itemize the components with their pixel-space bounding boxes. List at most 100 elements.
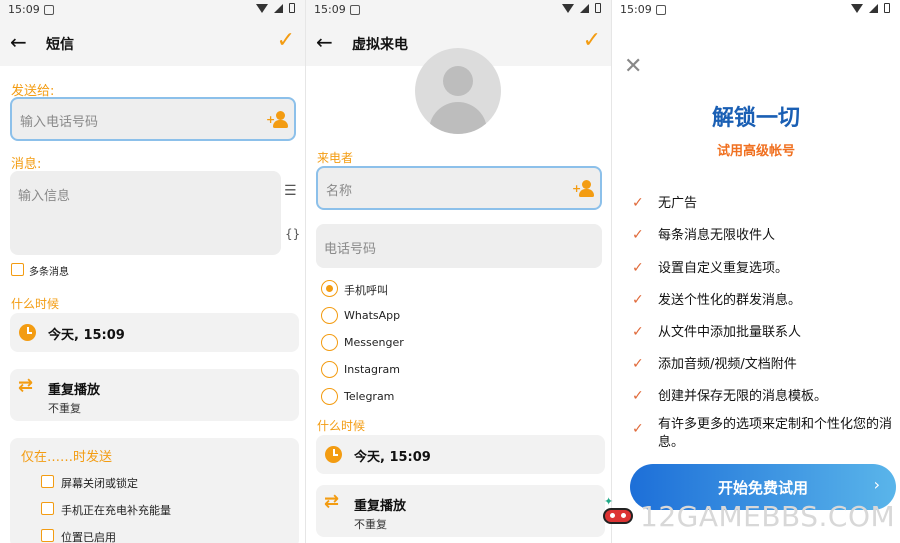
wifi-icon	[256, 3, 268, 13]
check-icon: ✓	[632, 421, 644, 437]
radio-instagram[interactable]	[321, 361, 338, 378]
repeat-title: 重复播放	[48, 383, 101, 398]
signal-icon	[580, 3, 589, 13]
condition-label: 位置已启用	[61, 531, 116, 543]
check-icon: ✓	[632, 324, 644, 340]
add-contact-icon[interactable]: +	[266, 111, 290, 129]
radio-phone-call[interactable]	[321, 280, 338, 297]
status-bar: 15:09	[612, 0, 900, 20]
check-icon: ✓	[632, 260, 644, 276]
app-bar: ← 短信 ✓	[0, 20, 305, 66]
back-arrow-icon[interactable]: ←	[10, 30, 27, 54]
repeat-value: 不重复	[48, 402, 81, 415]
status-time: 15:09	[314, 3, 346, 16]
notification-icon	[44, 5, 54, 15]
add-contact-icon[interactable]: +	[572, 180, 596, 198]
radio-messenger[interactable]	[321, 334, 338, 351]
status-time: 15:09	[620, 3, 652, 16]
feature-text: 发送个性化的群发消息。	[658, 293, 802, 308]
variables-braces-icon[interactable]: {}	[285, 227, 300, 241]
phone-number-input[interactable]: 输入电话号码 +	[10, 97, 296, 141]
feature-text: 无广告	[658, 196, 698, 211]
fake-call-screen: 15:09 ← 虚拟来电 ✓ 来电者 名称 + 电话号码 手机呼叫 WhatsA…	[306, 0, 611, 543]
sms-screen: 15:09 ← 短信 ✓ 发送给: 输入电话号码 + 消息: 输入信息 ☰ {}…	[0, 0, 305, 543]
caller-label: 来电者	[317, 151, 354, 165]
when-label: 什么时候	[317, 419, 366, 433]
repeat-icon: ⇄	[18, 375, 34, 396]
gamepad-icon: ✦	[600, 495, 636, 531]
check-icon: ✓	[632, 292, 644, 308]
feature-text: 每条消息无限收件人	[658, 228, 776, 243]
multi-message-label: 多条消息	[29, 267, 69, 278]
when-picker[interactable]: 今天, 15:09	[10, 313, 299, 352]
signal-icon	[274, 3, 283, 13]
status-icons	[851, 3, 890, 13]
feature-text: 从文件中添加批量联系人	[658, 325, 802, 340]
status-icons	[562, 3, 601, 13]
battery-icon	[595, 3, 601, 13]
message-label: 消息:	[11, 157, 42, 172]
trial-button-label: 开始免费试用	[717, 479, 808, 497]
confirm-check-icon[interactable]: ✓	[277, 28, 295, 53]
message-input[interactable]: 输入信息	[10, 171, 281, 255]
battery-icon	[289, 3, 295, 13]
clock-icon	[19, 324, 36, 341]
condition-label: 手机正在充电补充能量	[61, 504, 171, 517]
radio-label: Telegram	[344, 390, 395, 403]
check-icon: ✓	[632, 227, 644, 243]
repeat-icon: ⇄	[324, 491, 340, 512]
page-title: 短信	[46, 37, 74, 53]
back-arrow-icon[interactable]: ←	[316, 30, 333, 54]
repeat-picker[interactable]: ⇄ 重复播放 不重复	[10, 369, 299, 421]
status-bar: 15:09	[306, 0, 611, 20]
premium-screen: 15:09 ✕ 解锁一切 试用高级帐号 ✓ 无广告 ✓ 每条消息无限收件人 ✓ …	[612, 0, 900, 543]
caller-avatar[interactable]	[415, 48, 501, 134]
promo-title: 解锁一切	[711, 106, 800, 131]
radio-label: Messenger	[344, 336, 404, 349]
close-icon[interactable]: ✕	[624, 54, 642, 80]
radio-whatsapp[interactable]	[321, 307, 338, 324]
watermark-text: 12GAMEBBS.COM	[640, 500, 896, 533]
status-bar: 15:09	[0, 0, 305, 20]
confirm-check-icon[interactable]: ✓	[583, 28, 601, 53]
when-value: 今天, 15:09	[48, 328, 125, 343]
caller-name-input[interactable]: 名称 +	[316, 166, 602, 210]
chevron-right-icon: ›	[873, 475, 880, 494]
condition-checkbox[interactable]	[41, 529, 54, 542]
repeat-picker[interactable]: ⇄ 重复播放 不重复	[316, 485, 605, 537]
feature-text: 创建并保存无限的消息模板。	[658, 389, 828, 404]
check-icon: ✓	[632, 388, 644, 404]
feature-text: 设置自定义重复选项。	[658, 261, 789, 276]
repeat-title: 重复播放	[354, 499, 407, 514]
notification-icon	[656, 5, 666, 15]
wifi-icon	[851, 3, 863, 13]
radio-telegram[interactable]	[321, 388, 338, 405]
when-value: 今天, 15:09	[354, 450, 431, 465]
only-when-label: 仅在……时发送	[21, 450, 113, 465]
status-time: 15:09	[8, 3, 40, 16]
template-list-icon[interactable]: ☰	[284, 183, 297, 199]
when-label: 什么时候	[11, 297, 60, 311]
radio-label: 手机呼叫	[344, 284, 388, 297]
phone-number-placeholder: 输入电话号码	[20, 115, 99, 130]
condition-label: 屏幕关闭或锁定	[61, 477, 138, 490]
send-conditions-card: 仅在……时发送 屏幕关闭或锁定 手机正在充电补充能量 位置已启用	[10, 438, 299, 543]
signal-icon	[869, 3, 878, 13]
clock-icon	[325, 446, 342, 463]
condition-checkbox[interactable]	[41, 475, 54, 488]
check-icon: ✓	[632, 356, 644, 372]
radio-label: WhatsApp	[344, 309, 401, 322]
caller-phone-placeholder: 电话号码	[324, 242, 377, 257]
condition-checkbox[interactable]	[41, 502, 54, 515]
repeat-value: 不重复	[354, 518, 387, 531]
multi-message-checkbox[interactable]	[11, 263, 24, 276]
when-picker[interactable]: 今天, 15:09	[316, 435, 605, 474]
battery-icon	[884, 3, 890, 13]
notification-icon	[350, 5, 360, 15]
wifi-icon	[562, 3, 574, 13]
check-icon: ✓	[632, 195, 644, 211]
caller-phone-input[interactable]: 电话号码	[316, 224, 602, 268]
caller-name-placeholder: 名称	[326, 184, 353, 199]
page-title: 虚拟来电	[352, 37, 408, 53]
feature-text: 有许多更多的选项来定制和个性化您的消息。	[658, 417, 893, 450]
